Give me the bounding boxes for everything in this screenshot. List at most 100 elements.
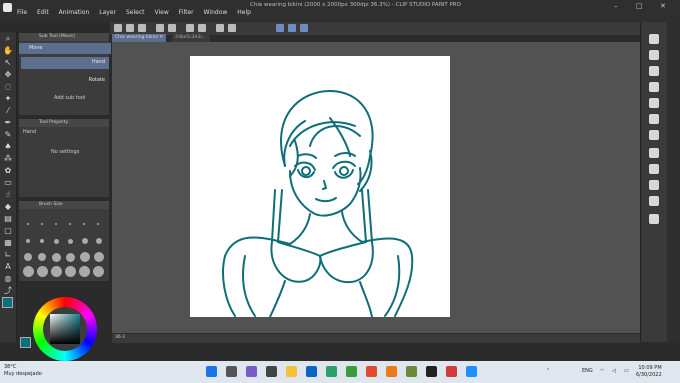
menu-filter[interactable]: Filter: [174, 9, 199, 16]
volume-icon[interactable]: ◁: [612, 368, 616, 374]
menu-help[interactable]: Help: [232, 9, 256, 16]
weather-widget[interactable]: 38°C Muy despejado: [4, 364, 42, 378]
chrome-icon[interactable]: [366, 366, 377, 377]
auto-select-icon[interactable]: ✦: [3, 94, 13, 104]
close-button[interactable]: ✕: [660, 2, 666, 10]
layer-search-icon[interactable]: [649, 114, 659, 124]
layer-property-icon[interactable]: [649, 82, 659, 92]
transform-icon[interactable]: [198, 24, 206, 32]
brush-size-preset[interactable]: [97, 223, 99, 225]
correct-line-icon[interactable]: ⤴: [3, 286, 13, 296]
move-layer-icon[interactable]: ✥: [3, 70, 13, 80]
menu-edit[interactable]: Edit: [32, 9, 54, 16]
airbrush-icon[interactable]: ⁂: [3, 154, 13, 164]
undo-icon[interactable]: [156, 24, 164, 32]
tab-document-2[interactable]: 2dbe5c3d3c...: [172, 34, 211, 42]
snap-ruler-icon[interactable]: [276, 24, 284, 32]
brush-size-preset[interactable]: [79, 266, 90, 277]
material-monochrome-icon[interactable]: [649, 148, 659, 158]
color-wheel[interactable]: [33, 297, 97, 361]
brush-size-preset[interactable]: [23, 266, 34, 277]
app-red-icon[interactable]: [446, 366, 457, 377]
brush-icon[interactable]: ♠: [3, 142, 13, 152]
brush-size-preset[interactable]: [27, 223, 29, 225]
language-indicator[interactable]: ENG: [582, 368, 593, 374]
zoom-readout[interactable]: 36.3: [115, 335, 125, 340]
info-icon[interactable]: [649, 66, 659, 76]
text-icon[interactable]: A: [3, 262, 13, 272]
blend-icon[interactable]: ☝: [3, 190, 13, 200]
figure-icon[interactable]: ▢: [3, 226, 13, 236]
redo-icon[interactable]: [168, 24, 176, 32]
eyedropper-icon[interactable]: ⁄: [3, 106, 13, 116]
brush-size-preset[interactable]: [41, 223, 43, 225]
magnifier-icon[interactable]: ⌕: [3, 34, 13, 44]
subtool-item-rotate[interactable]: Rotate: [21, 75, 109, 86]
brush-size-preset[interactable]: [94, 252, 104, 262]
brush-size-preset[interactable]: [83, 223, 85, 225]
brush-size-preset[interactable]: [24, 253, 32, 261]
brush-size-preset[interactable]: [66, 253, 75, 262]
menu-window[interactable]: Window: [199, 9, 233, 16]
subtool-group-move[interactable]: Move: [19, 43, 111, 54]
app-l-icon[interactable]: [326, 366, 337, 377]
selection-icon[interactable]: [228, 24, 236, 32]
brush-size-preset[interactable]: [65, 266, 76, 277]
brush-size-preset[interactable]: [52, 253, 61, 262]
widgets-icon[interactable]: [266, 366, 277, 377]
minimize-button[interactable]: –: [614, 2, 618, 10]
clear-icon[interactable]: [186, 24, 194, 32]
history-icon[interactable]: [649, 214, 659, 224]
edge-icon[interactable]: [306, 366, 317, 377]
material-color-icon[interactable]: [649, 164, 659, 174]
tab-close-icon[interactable]: ✕: [159, 35, 163, 40]
tab-document[interactable]: Chie wearing bikini ✕: [112, 34, 167, 42]
app-dark-icon[interactable]: [426, 366, 437, 377]
menu-file[interactable]: File: [12, 9, 32, 16]
layer-icon[interactable]: [649, 98, 659, 108]
material-3d-icon[interactable]: [649, 196, 659, 206]
file-explorer-icon[interactable]: [286, 366, 297, 377]
brush-size-preset[interactable]: [55, 223, 57, 225]
material-manga-icon[interactable]: [649, 180, 659, 190]
menu-select[interactable]: Select: [121, 9, 150, 16]
battery-icon[interactable]: ▭: [624, 368, 629, 374]
task-view-icon[interactable]: [246, 366, 257, 377]
decoration-icon[interactable]: ✿: [3, 166, 13, 176]
brush-size-preset[interactable]: [80, 252, 90, 262]
brush-size-preset[interactable]: [69, 223, 71, 225]
maximize-button[interactable]: □: [636, 2, 643, 10]
current-color-swatch[interactable]: [20, 337, 31, 348]
operation-icon[interactable]: ↖: [3, 58, 13, 68]
frame-border-icon[interactable]: ▦: [3, 238, 13, 248]
brush-size-preset[interactable]: [82, 238, 88, 244]
snap-special-ruler-icon[interactable]: [288, 24, 296, 32]
brush-size-preset[interactable]: [93, 266, 104, 277]
brush-size-preset[interactable]: [51, 266, 62, 277]
ruler-icon[interactable]: ∟: [3, 250, 13, 260]
move-hand-icon[interactable]: ✋: [3, 46, 13, 56]
clip-studio-icon[interactable]: [406, 366, 417, 377]
firefox-icon[interactable]: [386, 366, 397, 377]
navigator-icon[interactable]: [649, 34, 659, 44]
brush-size-preset[interactable]: [68, 239, 73, 244]
menu-animation[interactable]: Animation: [54, 9, 95, 16]
brush-size-preset[interactable]: [40, 239, 44, 243]
brush-size-preset[interactable]: [26, 239, 30, 243]
wifi-icon[interactable]: ◠: [600, 368, 604, 374]
snap-grid-icon[interactable]: [300, 24, 308, 32]
new-icon[interactable]: [114, 24, 122, 32]
canvas-paper[interactable]: [190, 56, 450, 318]
start-icon[interactable]: [206, 366, 217, 377]
skype-icon[interactable]: [466, 366, 477, 377]
brush-size-preset[interactable]: [54, 239, 59, 244]
saturation-value-square[interactable]: [50, 314, 80, 344]
menu-layer[interactable]: Layer: [94, 9, 121, 16]
gradient-icon[interactable]: ▤: [3, 214, 13, 224]
menu-view[interactable]: View: [150, 9, 174, 16]
fill-tool-icon[interactable]: ◆: [3, 202, 13, 212]
clock[interactable]: 10:09 PM 6/30/2022: [636, 365, 662, 379]
add-subtool-button[interactable]: Add sub tool: [54, 95, 85, 101]
xbox-icon[interactable]: [346, 366, 357, 377]
brush-size-preset[interactable]: [38, 253, 46, 261]
